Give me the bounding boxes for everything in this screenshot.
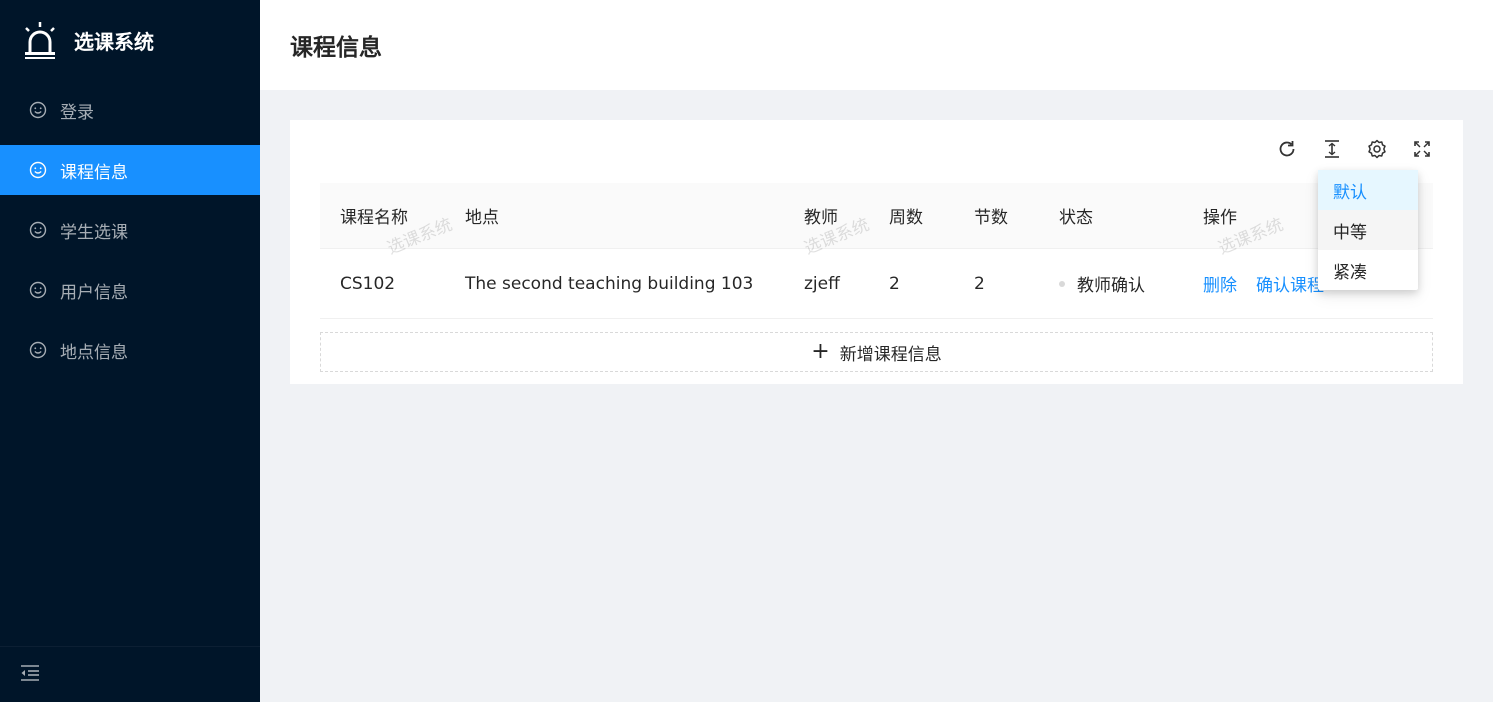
cell-status: 教师确认 xyxy=(1059,249,1145,318)
smile-icon xyxy=(28,280,48,300)
column-height-icon[interactable] xyxy=(1321,138,1343,160)
smile-icon xyxy=(28,160,48,180)
table-toolbar xyxy=(1276,138,1433,160)
table-header: 课程名称 地点 教师 周数 节数 状态 操作 xyxy=(320,183,1433,249)
column-header-sections: 节数 xyxy=(974,208,1008,228)
menu-fold-icon[interactable] xyxy=(20,664,40,686)
sidebar-menu: 登录 课程信息 学生选课 用户信息 地点信息 xyxy=(0,85,260,375)
smile-icon xyxy=(28,220,48,240)
smile-icon xyxy=(28,340,48,360)
collapse-bar xyxy=(0,646,260,702)
sidebar-item-student-selection[interactable]: 学生选课 xyxy=(0,205,260,255)
course-table: 课程名称 地点 教师 周数 节数 状态 操作 CS102 The second … xyxy=(320,183,1433,319)
sidebar-item-label: 用户信息 xyxy=(60,282,128,303)
delete-link[interactable]: 删除 xyxy=(1203,271,1237,296)
reload-icon[interactable] xyxy=(1276,138,1298,160)
page-header: 课程信息 xyxy=(260,0,1493,90)
page-title: 课程信息 xyxy=(290,35,382,61)
sidebar-item-user-info[interactable]: 用户信息 xyxy=(0,265,260,315)
fullscreen-icon[interactable] xyxy=(1411,138,1433,160)
column-header-status: 状态 xyxy=(1059,208,1093,228)
density-option-middle[interactable]: 中等 xyxy=(1318,210,1418,250)
cell-teacher: zjeff xyxy=(804,273,840,294)
table-row: CS102 The second teaching building 103 z… xyxy=(320,249,1433,319)
sidebar-item-location-info[interactable]: 地点信息 xyxy=(0,325,260,375)
smile-icon xyxy=(28,100,48,120)
cell-location: The second teaching building 103 xyxy=(465,273,754,294)
sidebar: 选课系统 登录 课程信息 学生选课 用户信息 地点信息 xyxy=(0,0,260,702)
sidebar-item-course-info[interactable]: 课程信息 xyxy=(0,145,260,195)
sidebar-item-label: 课程信息 xyxy=(60,162,128,183)
column-header-actions: 操作 xyxy=(1203,208,1237,228)
cell-course-name: CS102 xyxy=(340,273,396,294)
logo[interactable]: 选课系统 xyxy=(0,0,260,80)
add-course-label: 新增课程信息 xyxy=(839,344,942,365)
column-header-weeks: 周数 xyxy=(889,208,923,228)
cell-actions: 删除 确认课程 xyxy=(1203,249,1324,318)
confirm-course-link[interactable]: 确认课程 xyxy=(1256,271,1324,296)
app-title: 选课系统 xyxy=(74,29,154,54)
alarm-logo-icon xyxy=(25,22,55,59)
density-option-compact[interactable]: 紧凑 xyxy=(1318,250,1418,290)
status-dot xyxy=(1059,280,1065,287)
setting-icon[interactable] xyxy=(1366,138,1388,160)
cell-sections: 2 xyxy=(974,273,985,294)
density-dropdown: 默认 中等 紧凑 xyxy=(1318,170,1418,290)
column-header-name: 课程名称 xyxy=(340,208,408,228)
sidebar-item-login[interactable]: 登录 xyxy=(0,85,260,135)
table-card: 课程名称 地点 教师 周数 节数 状态 操作 CS102 The second … xyxy=(290,120,1463,384)
cell-weeks: 2 xyxy=(889,273,900,294)
sidebar-item-label: 学生选课 xyxy=(60,222,128,243)
sidebar-item-label: 登录 xyxy=(60,102,94,123)
sidebar-item-label: 地点信息 xyxy=(60,342,128,363)
column-header-teacher: 教师 xyxy=(804,208,838,228)
density-option-default[interactable]: 默认 xyxy=(1318,170,1418,210)
add-course-button[interactable]: + 新增课程信息 xyxy=(320,332,1433,372)
plus-icon: + xyxy=(811,339,830,364)
status-text: 教师确认 xyxy=(1077,276,1145,296)
column-header-location: 地点 xyxy=(465,208,499,228)
